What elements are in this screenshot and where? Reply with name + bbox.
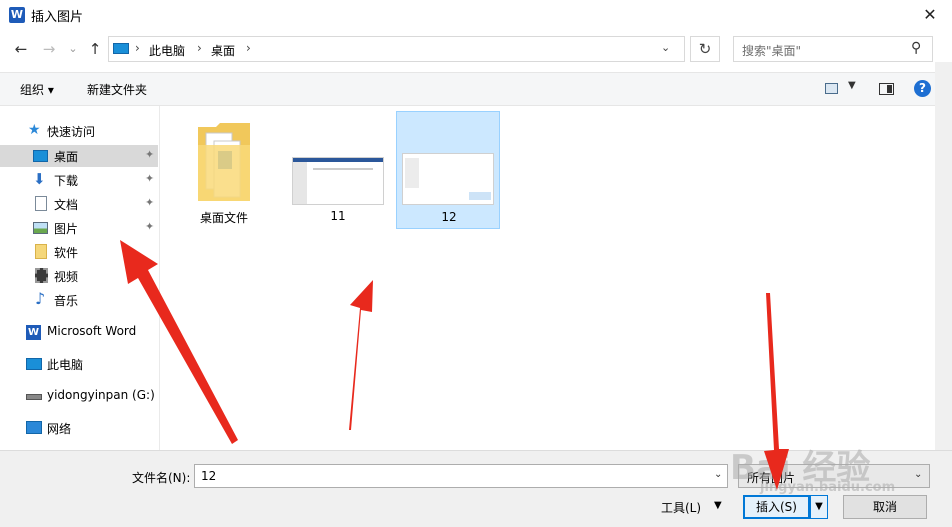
annotation-arrow-files <box>349 280 373 430</box>
star-icon: ★ <box>28 122 41 138</box>
preview-pane-icon[interactable] <box>879 83 894 95</box>
breadcrumb-separator[interactable]: › <box>197 41 202 55</box>
sidebar-item-microsoft-word[interactable]: W Microsoft Word <box>0 321 158 343</box>
change-view-icon[interactable] <box>825 83 838 94</box>
sidebar-item-music[interactable]: ♪ 音乐 <box>0 289 158 311</box>
drive-icon <box>26 394 42 400</box>
sidebar-item-downloads[interactable]: ⬇ 下载 ✦ <box>0 169 158 191</box>
video-icon <box>35 268 48 283</box>
sidebar-item-label: 软件 <box>54 246 79 260</box>
image-thumbnail <box>292 157 384 205</box>
sidebar-item-desktop[interactable]: 桌面 ✦ <box>0 145 158 167</box>
image-thumbnail <box>402 153 494 205</box>
recent-locations-button[interactable]: ⌄ <box>62 37 84 61</box>
sidebar-item-label: 网络 <box>47 422 72 436</box>
word-icon: W <box>26 325 41 340</box>
computer-icon <box>113 43 129 54</box>
breadcrumb-separator[interactable]: › <box>246 41 251 55</box>
new-folder-button[interactable]: 新建文件夹 <box>87 81 147 98</box>
sidebar-item-label: Microsoft Word <box>47 324 137 338</box>
sidebar-item-label: 文档 <box>54 198 79 212</box>
up-button[interactable]: ↑ <box>84 37 106 61</box>
sidebar-item-label: 此电脑 <box>47 358 84 372</box>
sidebar-item-label: 桌面 <box>54 150 79 164</box>
address-bar[interactable]: › 此电脑 › 桌面 › ⌄ <box>108 36 685 62</box>
sidebar-item-label: 图片 <box>54 222 79 236</box>
file-tile-folder[interactable]: 桌面文件 <box>172 111 276 229</box>
document-icon <box>35 196 47 211</box>
search-input[interactable]: 搜索"桌面" ⚲ <box>733 36 933 62</box>
pin-icon[interactable]: ✦ <box>145 148 154 161</box>
filename-label: 文件名(N): <box>132 471 191 485</box>
computer-icon <box>26 358 42 370</box>
word-app-icon: W <box>9 7 25 23</box>
sidebar-item-pictures[interactable]: 图片 ✦ <box>0 217 158 239</box>
pin-icon[interactable]: ✦ <box>145 196 154 209</box>
folder-icon <box>198 123 250 201</box>
desktop-icon <box>33 150 48 162</box>
sidebar-item-videos[interactable]: 视频 <box>0 265 158 287</box>
music-icon: ♪ <box>35 289 46 308</box>
chevron-down-icon[interactable]: ⌄ <box>914 469 922 480</box>
filename-input[interactable]: 12 ⌄ <box>194 464 728 488</box>
organize-button[interactable]: 组织 ▾ <box>20 81 54 98</box>
window-edge <box>935 62 952 450</box>
view-options-dropdown[interactable]: ▼ <box>848 80 856 91</box>
sidebar-item-label: 音乐 <box>54 294 79 308</box>
sidebar-item-this-pc[interactable]: 此电脑 <box>0 353 158 375</box>
chevron-down-icon[interactable]: ⌄ <box>714 469 722 480</box>
sidebar-item-label: 下载 <box>54 174 79 188</box>
tools-dropdown[interactable]: ▼ <box>714 500 722 511</box>
breadcrumb-separator[interactable]: › <box>135 41 140 55</box>
insert-dropdown-button[interactable]: ▼ <box>810 495 828 519</box>
back-button[interactable]: ← <box>10 37 32 61</box>
file-name: 12 <box>441 210 457 224</box>
search-icon[interactable]: ⚲ <box>911 40 921 56</box>
refresh-button[interactable]: ↻ <box>690 36 720 62</box>
search-placeholder: 搜索"桌面" <box>742 44 802 58</box>
watermark-url: jingyan.baidu.com <box>760 480 896 495</box>
chevron-down-icon[interactable]: ⌄ <box>661 41 670 54</box>
window-title: 插入图片 <box>31 10 84 25</box>
toolbar: 组织 ▾ 新建文件夹 ▼ ? <box>0 72 935 106</box>
insert-button[interactable]: 插入(S) <box>743 495 810 519</box>
sidebar-item-network[interactable]: 网络 <box>0 417 158 439</box>
title-bar: W 插入图片 ✕ <box>0 0 952 30</box>
file-tile-image[interactable]: 11 <box>286 111 390 229</box>
pin-icon[interactable]: ✦ <box>145 172 154 185</box>
sidebar-item-label: yidongyinpan (G:) <box>47 388 155 402</box>
help-icon[interactable]: ? <box>914 80 931 97</box>
download-icon: ⬇ <box>33 170 46 188</box>
navigation-pane: ★ 快速访问 桌面 ✦ ⬇ 下载 ✦ 文档 ✦ 图片 ✦ 软件 视频 ♪ 音乐 … <box>0 106 160 450</box>
sidebar-item-label: 快速访问 <box>47 125 96 139</box>
sidebar-item-label: 视频 <box>54 270 79 284</box>
filename-value: 12 <box>201 469 217 483</box>
file-name: 11 <box>330 209 346 223</box>
close-button[interactable]: ✕ <box>915 2 945 28</box>
file-tile-image-selected[interactable]: 12 <box>396 111 500 229</box>
tools-button[interactable]: 工具(L) <box>661 499 701 516</box>
sidebar-item-documents[interactable]: 文档 ✦ <box>0 193 158 215</box>
cancel-button[interactable]: 取消 <box>843 495 927 519</box>
sidebar-item-software[interactable]: 软件 <box>0 241 158 263</box>
pin-icon[interactable]: ✦ <box>145 220 154 233</box>
breadcrumb-this-pc[interactable]: 此电脑 <box>149 42 185 59</box>
sidebar-item-quick-access[interactable]: ★ 快速访问 <box>0 120 158 142</box>
pictures-icon <box>33 222 48 234</box>
file-name: 桌面文件 <box>199 211 248 225</box>
sidebar-item-drive-g[interactable]: yidongyinpan (G:) <box>0 385 158 407</box>
folder-icon <box>35 244 47 259</box>
breadcrumb-desktop[interactable]: 桌面 <box>211 42 235 59</box>
network-icon <box>26 421 42 434</box>
forward-button[interactable]: → <box>38 37 60 61</box>
